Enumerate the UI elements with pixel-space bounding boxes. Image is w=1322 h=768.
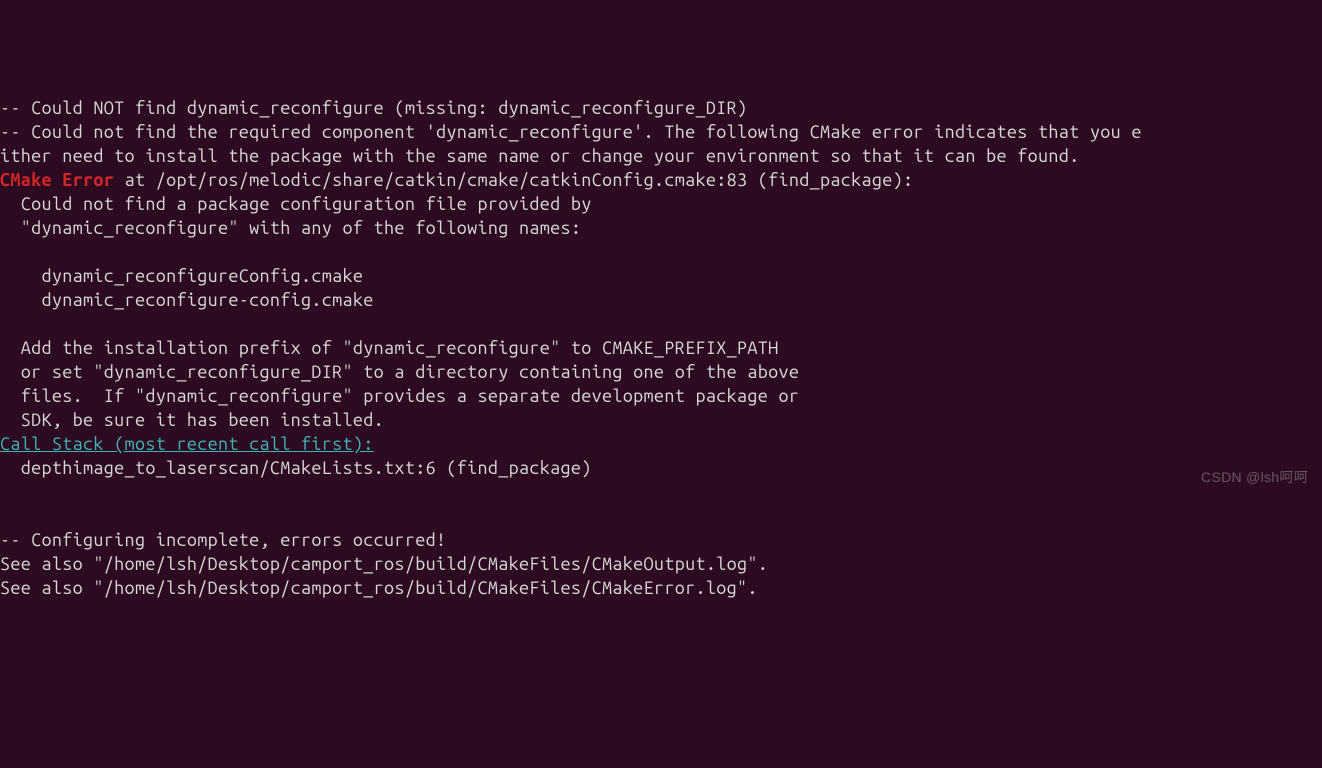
output-line: -- Could not find the required component… (0, 122, 1142, 142)
cmake-error-label: CMake Error (0, 170, 114, 190)
output-line: dynamic_reconfigure-config.cmake (0, 290, 374, 310)
error-location: at /opt/ros/melodic/share/catkin/cmake/c… (114, 170, 913, 190)
output-line: "dynamic_reconfigure" with any of the fo… (0, 218, 581, 238)
output-line: dynamic_reconfigureConfig.cmake (0, 266, 363, 286)
output-line: or set "dynamic_reconfigure_DIR" to a di… (0, 362, 799, 382)
output-line: -- Could NOT find dynamic_reconfigure (m… (0, 98, 747, 118)
output-line: See also "/home/lsh/Desktop/camport_ros/… (0, 578, 758, 598)
terminal-output[interactable]: -- Could NOT find dynamic_reconfigure (m… (0, 96, 1322, 600)
call-stack-label: Call Stack (most recent call first): (0, 434, 374, 454)
output-line: SDK, be sure it has been installed. (0, 410, 384, 430)
output-line: depthimage_to_laserscan/CMakeLists.txt:6… (0, 458, 592, 478)
output-line: ither need to install the package with t… (0, 146, 1080, 166)
output-line: Add the installation prefix of "dynamic_… (0, 338, 779, 358)
output-line: Could not find a package configuration f… (0, 194, 592, 214)
output-line: See also "/home/lsh/Desktop/camport_ros/… (0, 554, 768, 574)
output-line: files. If "dynamic_reconfigure" provides… (0, 386, 799, 406)
output-line: -- Configuring incomplete, errors occurr… (0, 530, 446, 550)
watermark-text: CSDN @lsh呵呵 (1201, 465, 1308, 489)
